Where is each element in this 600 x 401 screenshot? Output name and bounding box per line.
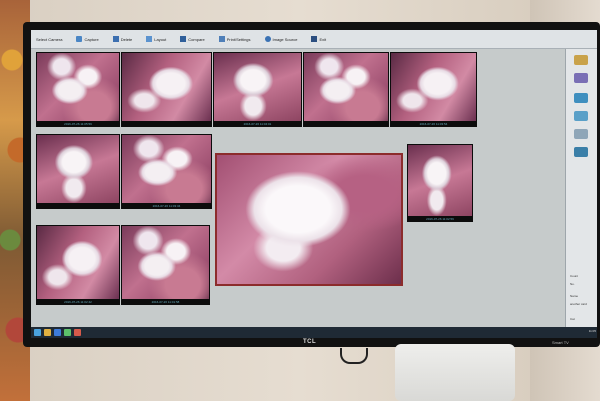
thumbnail-caption: 2016-07-26 11:02:42 [36,300,120,305]
toolbar-label: Image Source [272,36,298,42]
compare-button[interactable]: Compare [175,32,209,46]
tv-model-label: Smart TV [552,340,569,345]
thumbnail-caption: 2016-07-26 11:02:59 [407,217,473,222]
sidebar-label: Count [570,274,579,278]
folder-icon[interactable] [44,329,51,336]
thumbnail-caption: 2016-07-26 11:03:34 [121,204,212,209]
exit-icon [311,36,318,42]
tooth-image-large [217,155,401,284]
intraoral-thumbnail[interactable]: 2016-07-26 11:03:34 [121,134,212,209]
toolbar-label: Compare [188,36,205,42]
print-settings-button[interactable]: Print/Settings [214,32,256,46]
thumbnail-caption [303,122,389,127]
image-source-icon [264,36,271,42]
print-icon [218,36,225,42]
thumbnail-caption: 2016-07-26 11:03:54 [390,122,477,127]
delete-button[interactable]: Delete [108,32,138,46]
tooth-image [122,135,211,203]
sidebar-label: Cat [570,317,575,321]
export-icon[interactable] [574,147,588,157]
selected-image-preview[interactable] [215,153,403,286]
sidebar-label: another card [570,302,587,306]
tooth-image [408,145,472,216]
tooth-image [37,135,119,203]
windows-taskbar: 11:05 [31,327,597,338]
capture-button[interactable]: Capture [71,32,103,46]
dental-equipment [395,344,515,401]
app-icon[interactable] [74,329,81,336]
thumbnail-caption: 2016-07-26 11:04:01 [213,122,302,127]
toolbar-label: Exit [319,36,327,42]
toolbar-label: Delete [120,36,133,42]
thumbnail-caption [36,204,120,209]
exit-button[interactable]: Exit [306,32,331,46]
camera-icon[interactable] [574,93,588,103]
toolbar: Select Camera Capture Delete Layout Comp… [31,30,597,49]
intraoral-thumbnail[interactable]: 2016-07-26 11:02:59 [407,144,473,222]
tv-brand-logo: TCL [303,339,317,345]
tv-cable [340,348,368,364]
user-icon[interactable] [574,73,588,83]
toolbar-label: Select Camera [36,36,63,42]
layout-button[interactable]: Layout [141,32,171,46]
thumbnail-caption: 2016-07-26 11:01:58 [121,300,210,305]
app-icon[interactable] [64,329,71,336]
intraoral-thumbnail[interactable]: 2016-07-26 11:05:59 [36,52,120,127]
thumbnail-caption: 2016-07-26 11:05:59 [36,122,120,127]
sidebar-label: No. [570,282,575,286]
toolbar-label: Capture [84,36,99,42]
intraoral-thumbnail[interactable]: 2016-07-26 11:04:01 [213,52,302,127]
tooth-image [391,53,476,121]
tooth-image [214,53,301,121]
tooth-image [37,53,119,121]
image-gallery: 2016-07-26 11:05:59 2016-07-26 11:04:01 … [31,49,566,327]
right-sidebar: Count No. Name another card Cat [565,49,597,327]
capture-icon [76,36,83,42]
dental-imaging-app: Select Camera Capture Delete Layout Comp… [31,30,597,338]
gear-icon[interactable] [574,55,588,65]
print-icon[interactable] [574,129,588,139]
intraoral-thumbnail[interactable]: 2016-07-26 11:02:42 [36,225,120,305]
intraoral-thumbnail[interactable] [303,52,389,127]
tooth-image [37,226,119,299]
thumbnail-caption [121,122,212,127]
tooth-image [304,53,388,121]
intraoral-thumbnail[interactable] [121,52,212,127]
tooth-image [122,226,209,299]
intraoral-thumbnail[interactable] [36,134,120,209]
sidebar-label: Name [570,294,579,298]
toolbar-label: Layout [154,36,167,42]
taskbar-clock: 11:05 [588,329,596,333]
delete-icon [112,36,119,42]
image-source-button[interactable]: Image Source [260,32,303,46]
edit-icon[interactable] [574,111,588,121]
compare-icon [180,36,187,42]
browser-icon[interactable] [54,329,61,336]
start-icon[interactable] [34,329,41,336]
intraoral-thumbnail[interactable]: 2016-07-26 11:03:54 [390,52,477,127]
toolbar-label: Print/Settings [226,36,251,42]
select-camera-button[interactable]: Select Camera [31,32,67,46]
layout-icon [146,36,153,42]
tooth-image [122,53,211,121]
intraoral-thumbnail[interactable]: 2016-07-26 11:01:58 [121,225,210,305]
